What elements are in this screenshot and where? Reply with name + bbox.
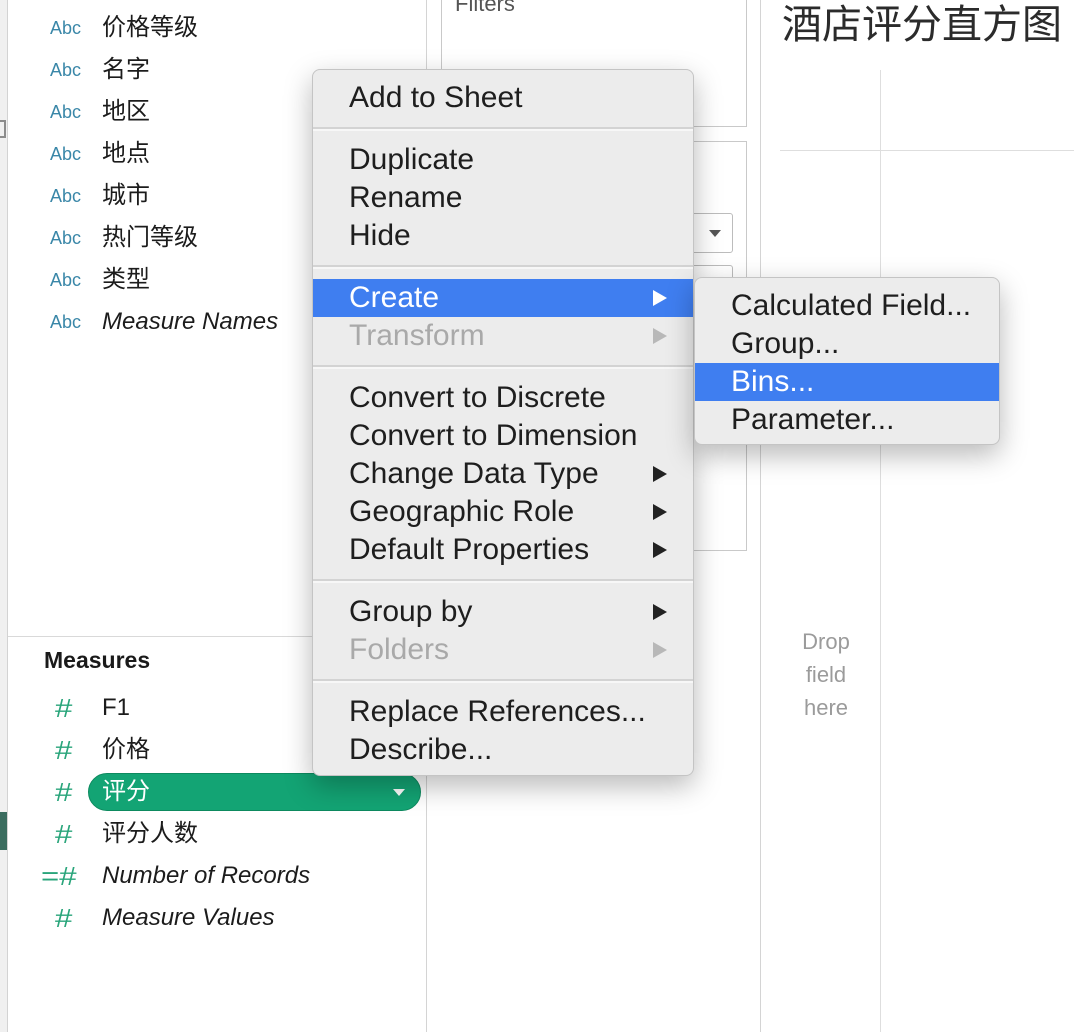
menu-item-transform[interactable]: Transform: [313, 317, 693, 355]
selected-field-label: 评分: [102, 778, 150, 805]
triangle-down-icon: [709, 230, 721, 237]
menu-item-rename[interactable]: Rename: [313, 179, 693, 217]
filters-shelf-title: Filters: [455, 0, 515, 16]
measure-field-label: Number of Records: [102, 862, 311, 889]
menu-item-parameter[interactable]: Parameter...: [695, 401, 999, 439]
string-type-icon: Abc: [50, 228, 82, 248]
menu-item-folders[interactable]: Folders: [313, 631, 693, 669]
menu-item-calculated-field[interactable]: Calculated Field...: [695, 287, 999, 325]
triangle-right-icon: [653, 504, 667, 520]
string-type-icon: Abc: [50, 270, 82, 290]
number-type-icon: #: [55, 903, 73, 933]
number-type-icon: #: [55, 693, 73, 723]
triangle-right-icon: [653, 604, 667, 620]
dimension-field-label: 地区: [102, 98, 150, 125]
menu-item-convert-to-dimension[interactable]: Convert to Dimension: [313, 417, 693, 455]
string-type-icon: Abc: [50, 18, 82, 38]
triangle-right-icon: [653, 290, 667, 306]
create-submenu: Calculated Field... Group... Bins... Par…: [694, 277, 1000, 445]
menu-item-convert-to-discrete[interactable]: Convert to Discrete: [313, 379, 693, 417]
left-edge-strip: [0, 0, 8, 1032]
menu-item-bins[interactable]: Bins...: [695, 363, 999, 401]
triangle-right-icon: [653, 642, 667, 658]
triangle-right-icon: [653, 328, 667, 344]
string-type-icon: Abc: [50, 144, 82, 164]
number-type-icon: #: [55, 777, 73, 807]
menu-separator: [313, 569, 693, 593]
string-type-icon: Abc: [50, 60, 82, 80]
calculated-number-type-icon: =#: [41, 861, 77, 891]
drop-field-zone[interactable]: Drop field here: [780, 625, 872, 724]
menu-item-label: Transform: [349, 319, 485, 352]
measure-field-row[interactable]: =# Number of Records: [8, 855, 426, 897]
menu-item-geographic-role[interactable]: Geographic Role: [313, 493, 693, 531]
dimension-field-label: 地点: [102, 140, 150, 167]
view-row-divider: [880, 70, 881, 1032]
clipped-glyph-fragment: [0, 120, 6, 138]
field-context-menu: Add to Sheet Duplicate Rename Hide Creat…: [312, 69, 694, 776]
drop-hint-text: field: [805, 662, 847, 687]
dimension-field-row[interactable]: Abc 价格等级: [8, 7, 426, 49]
triangle-right-icon: [653, 466, 667, 482]
menu-item-label: Create: [349, 281, 440, 314]
menu-item-describe[interactable]: Describe...: [313, 731, 693, 769]
menu-item-group-by[interactable]: Group by: [313, 593, 693, 631]
measure-field-row[interactable]: # Measure Values: [8, 897, 426, 939]
tableau-workspace: Abc 价格等级 Abc 名字 Abc 地区 Abc 地点 Abc 城市 Abc…: [0, 0, 1074, 1032]
menu-item-label: Folders: [349, 633, 450, 666]
menu-item-duplicate[interactable]: Duplicate: [313, 141, 693, 179]
measure-field-label: 价格: [102, 736, 150, 763]
menu-item-label: Group by: [349, 595, 473, 628]
menu-separator: [313, 355, 693, 379]
menu-item-hide[interactable]: Hide: [313, 217, 693, 255]
dimension-field-label: 名字: [102, 56, 150, 83]
dimension-field-label: 热门等级: [102, 224, 198, 251]
measure-field-label: Measure Values: [102, 904, 275, 931]
drop-hint-text: Drop: [802, 629, 850, 654]
string-type-icon: Abc: [50, 186, 82, 206]
menu-item-change-data-type[interactable]: Change Data Type: [313, 455, 693, 493]
string-type-icon: Abc: [50, 312, 82, 332]
menu-item-group[interactable]: Group...: [695, 325, 999, 363]
string-type-icon: Abc: [50, 102, 82, 122]
menu-item-replace-references[interactable]: Replace References...: [313, 693, 693, 731]
menu-separator: [313, 117, 693, 141]
menu-item-default-properties[interactable]: Default Properties: [313, 531, 693, 569]
sheet-title: 酒店评分直方图: [782, 3, 1062, 47]
dimension-field-label: Measure Names: [102, 308, 279, 335]
triangle-down-icon[interactable]: [393, 789, 405, 796]
number-type-icon: #: [55, 735, 73, 765]
dimension-field-label: 类型: [102, 266, 150, 293]
menu-item-label: Default Properties: [349, 533, 590, 566]
menu-separator: [313, 669, 693, 693]
measure-field-label: 评分人数: [102, 820, 198, 847]
sheet-view: 酒店评分直方图 Drop field here: [761, 0, 1074, 1032]
menu-item-label: Geographic Role: [349, 495, 575, 528]
menu-item-add-to-sheet[interactable]: Add to Sheet: [313, 79, 693, 117]
view-column-divider: [780, 150, 1074, 151]
menu-item-label: Change Data Type: [349, 457, 599, 490]
measure-field-row[interactable]: # 评分人数: [8, 813, 426, 855]
dimension-field-label: 价格等级: [102, 14, 198, 41]
edge-accent-bar: [0, 812, 7, 850]
menu-item-create[interactable]: Create: [313, 279, 693, 317]
measure-field-label: F1: [102, 694, 131, 721]
dimension-field-label: 城市: [102, 182, 150, 209]
triangle-right-icon: [653, 542, 667, 558]
number-type-icon: #: [55, 819, 73, 849]
menu-separator: [313, 255, 693, 279]
measures-section-title: Measures: [44, 647, 151, 673]
drop-hint-text: here: [803, 695, 849, 720]
measure-field-row[interactable]: # 评分: [8, 771, 426, 813]
selected-field-pill[interactable]: 评分: [88, 773, 421, 811]
